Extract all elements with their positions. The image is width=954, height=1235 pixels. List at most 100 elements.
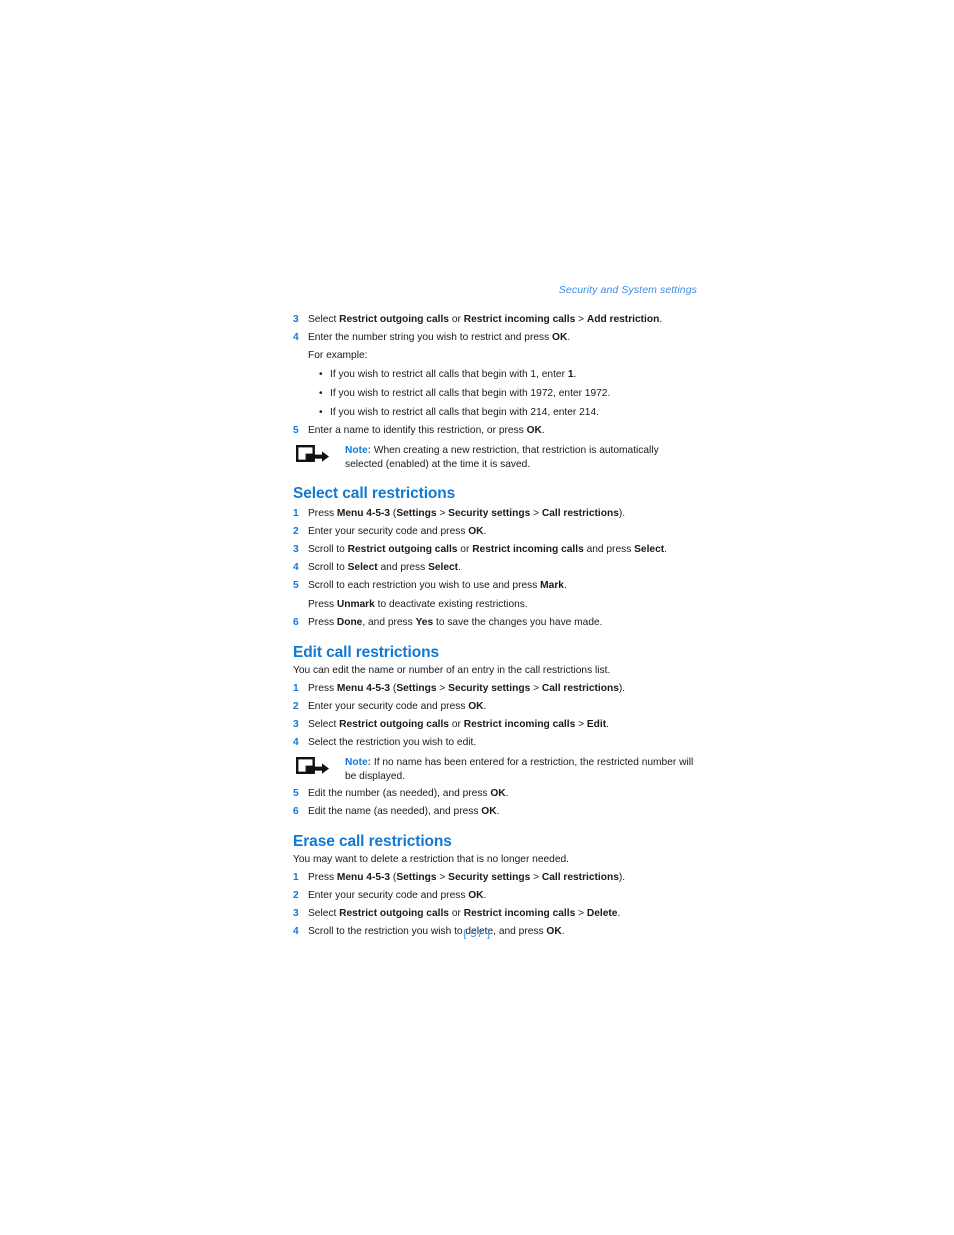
select-final-step: 6 Press Done, and press Yes to save the c… [293,616,697,630]
note-arrow-icon [296,757,330,776]
step-text: Edit the name (as needed), and press OK. [308,806,499,817]
numbered-step: 4 Enter the number string you wish to res… [293,331,697,345]
note-block-no-name: Note: If no name has been entered for a … [293,756,697,783]
step-number: 4 [293,562,299,573]
numbered-step: 1 Press Menu 4-5-3 (Settings > Security s… [293,682,697,696]
step-number: 3 [293,719,299,730]
body-text: > [530,872,542,883]
body-text: Press [308,617,337,628]
edit-steps-after-note: 5 Edit the number (as needed), and press … [293,787,697,819]
numbered-step: 1 Press Menu 4-5-3 (Settings > Security s… [293,871,697,885]
body-text: Edit the number (as needed), and press [308,788,491,799]
body-text: Press [308,508,337,519]
numbered-step: 6 Press Done, and press Yes to save the c… [293,616,697,630]
numbered-step: 5 Scroll to each restriction you wish to … [293,579,697,593]
body-text: to deactivate existing restrictions. [374,599,528,610]
example-bullet-item: • If you wish to restrict all calls that … [293,406,697,420]
body-text: . [541,425,545,436]
step-number: 5 [293,788,299,799]
emphasis-text: Edit [586,719,607,730]
emphasis-text: Security settings [448,508,531,519]
emphasis-text: Menu 4-5-3 [336,872,391,883]
body-text: or [457,544,473,555]
step-number: 5 [293,425,299,436]
step-number: 3 [293,908,299,919]
body-text: . [483,890,487,901]
body-text: . [458,562,461,573]
continued-steps-group: 3 Select Restrict outgoing calls or Restr… [293,313,697,345]
step-text: Select Restrict outgoing calls or Restri… [308,314,662,325]
body-text: to save the changes you have made. [433,617,603,628]
body-text: Enter your security code and press [308,701,469,712]
emphasis-text: Done [336,617,363,628]
edit-intro-text: You can edit the name or number of an en… [293,665,611,676]
step-number: 4 [293,332,299,343]
numbered-step: 2 Enter your security code and press OK. [293,889,697,903]
step-number: 1 [293,508,299,519]
emphasis-text: Settings [396,508,437,519]
body-text: > [530,508,542,519]
step-text: Press Menu 4-5-3 (Settings > Security se… [308,508,625,519]
body-text: . [573,369,577,380]
numbered-step: 3 Select Restrict outgoing calls or Restr… [293,907,697,921]
example-bullet-item: • If you wish to restrict all calls that … [293,387,697,401]
body-text: ). [618,508,626,519]
body-text: > [575,719,587,730]
bullet-text: If you wish to restrict all calls that b… [330,369,576,380]
step-number: 5 [293,580,299,591]
body-text: Press [308,599,337,610]
body-text: Scroll to each restriction you wish to u… [308,580,541,591]
note-label: Note: [345,757,372,768]
erase-intro-text: You may want to delete a restriction tha… [293,854,569,865]
step-number: 6 [293,806,299,817]
emphasis-text: Restrict outgoing calls [339,314,449,325]
step-number: 1 [293,872,299,883]
emphasis-text: Call restrictions [541,872,619,883]
body-text: > [575,314,587,325]
body-text: or [448,719,464,730]
numbered-step: 3 Select Restrict outgoing calls or Restr… [293,718,697,732]
body-text: Scroll to [308,562,348,573]
emphasis-text: Add restriction [586,314,660,325]
body-text: Edit the name (as needed), and press [308,806,482,817]
body-text: and press [583,544,635,555]
emphasis-text: OK [526,425,542,436]
body-text: . [496,806,500,817]
step-text: Select Restrict outgoing calls or Restri… [308,719,609,730]
step-number: 6 [293,617,299,628]
step-text: Press Done, and press Yes to save the ch… [308,617,603,628]
emphasis-text: Restrict incoming calls [472,544,584,555]
emphasis-text: OK [481,806,497,817]
running-header: Security and System settings [558,284,697,296]
emphasis-text: Settings [396,872,437,883]
emphasis-text: Security settings [448,683,531,694]
step-number: 2 [293,526,299,537]
emphasis-text: Menu 4-5-3 [336,508,391,519]
example-bullet-item: • If you wish to restrict all calls that … [293,368,697,382]
note-body: When creating a new restriction, that re… [345,445,659,470]
numbered-step: 4 Select the restriction you wish to edit… [293,736,697,750]
emphasis-text: Yes [415,617,434,628]
body-text: > [436,508,449,519]
body-text: If you wish to restrict all calls that b… [330,388,611,399]
body-text: . [664,544,667,555]
note-block-new-restriction: Note: When creating a new restriction, t… [293,444,697,471]
body-text: Enter the number string you wish to rest… [308,332,553,343]
emphasis-text: Delete [586,908,618,919]
body-text: ). [618,683,626,694]
body-text: or [448,314,464,325]
bullet-text: If you wish to restrict all calls that b… [330,388,610,399]
heading-select-call-restrictions: Select call restrictions [293,485,456,502]
page-content: 3 Select Restrict outgoing calls or Restr… [293,309,697,939]
note-arrow-icon [296,445,330,464]
bullet-text: If you wish to restrict all calls that b… [330,407,599,418]
step-text: Select the restriction you wish to edit. [308,737,476,748]
for-example-label: For example: [308,350,368,361]
numbered-step: 6 Edit the name (as needed), and press OK… [293,805,697,819]
emphasis-text: Restrict incoming calls [463,908,576,919]
emphasis-text: Select [428,562,459,573]
step-text: Enter your security code and press OK. [308,526,486,537]
body-text: > [436,872,449,883]
step-text: Press Menu 4-5-3 (Settings > Security se… [308,872,625,883]
note-label: Note: [345,445,372,456]
